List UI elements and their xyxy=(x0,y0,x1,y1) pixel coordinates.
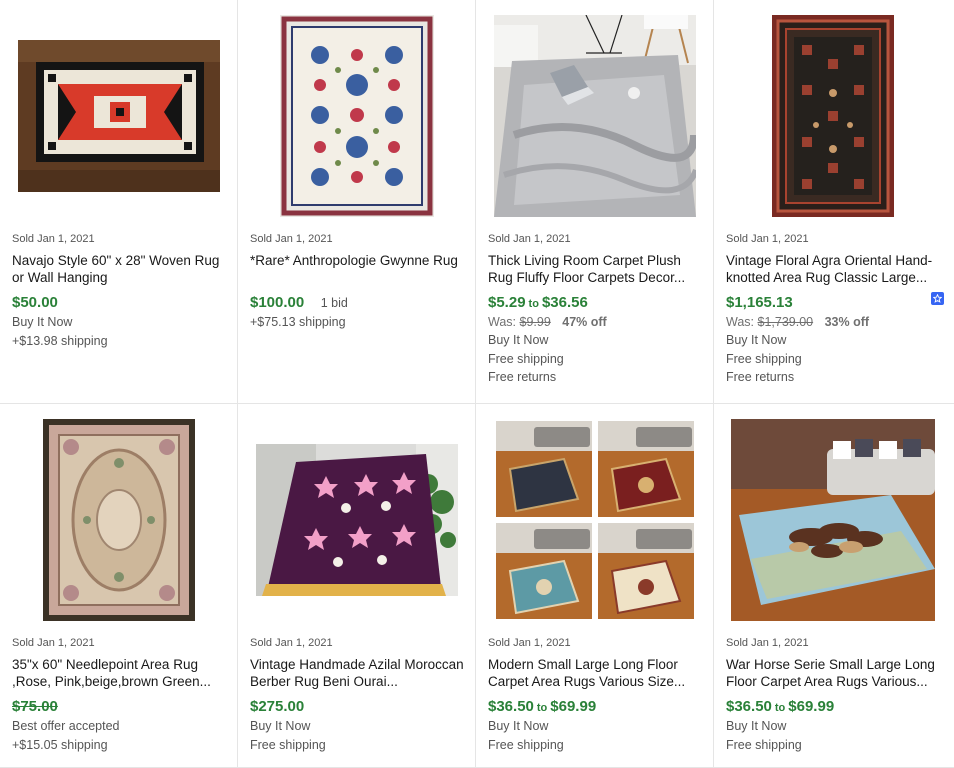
price-to: $69.99 xyxy=(550,698,597,715)
price-from: $36.50 xyxy=(488,698,534,715)
price-range-separator: to xyxy=(774,702,786,714)
sold-date: Sold Jan 1, 2021 xyxy=(488,637,571,649)
listing-info: Sold Jan 1, 2021 Vintage Handmade Azilal… xyxy=(250,636,465,754)
discount: 47% off xyxy=(562,315,607,329)
shipping-cost: Free shipping xyxy=(488,737,564,752)
listing-card[interactable]: Sold Jan 1, 2021 *Rare* Anthropologie Gw… xyxy=(238,0,476,404)
listing-image[interactable] xyxy=(248,414,466,626)
price-from: $36.50 xyxy=(726,698,772,715)
listing-card[interactable]: Sold Jan 1, 2021 Navajo Style 60" x 28" … xyxy=(0,0,238,404)
listing-card[interactable]: Sold Jan 1, 2021 Thick Living Room Carpe… xyxy=(476,0,714,404)
price-from: $5.29 xyxy=(488,294,526,311)
price-range-separator: to xyxy=(528,298,539,310)
four-room-rugs-image xyxy=(494,419,696,621)
listing-image[interactable] xyxy=(248,10,466,222)
top-rated-seller-icon[interactable] xyxy=(931,292,944,305)
listing-title[interactable]: Modern Small Large Long Floor Carpet Are… xyxy=(488,656,703,690)
listing-price: $1,165.13 xyxy=(726,294,793,311)
price-to: $69.99 xyxy=(788,698,835,715)
listing-title[interactable]: Vintage Handmade Azilal Moroccan Berber … xyxy=(250,656,465,690)
listing-title[interactable]: Navajo Style 60" x 28" Woven Rug or Wall… xyxy=(12,252,227,286)
listing-image[interactable] xyxy=(724,10,942,222)
sold-date: Sold Jan 1, 2021 xyxy=(726,637,809,649)
listing-card[interactable]: Sold Jan 1, 2021 Vintage Floral Agra Ori… xyxy=(714,0,954,404)
listing-info: Sold Jan 1, 2021 War Horse Serie Small L… xyxy=(726,636,944,754)
shipping-cost: Free shipping xyxy=(726,737,802,752)
bid-count: 1 bid xyxy=(320,296,348,310)
price-line: $75.00 xyxy=(12,697,227,717)
listing-card[interactable]: Sold Jan 1, 2021 Modern Small Large Long… xyxy=(476,404,714,768)
price-to: $36.56 xyxy=(541,294,588,311)
was-price-line: Was: $9.99 47% off xyxy=(488,313,703,331)
shipping-cost: Free shipping xyxy=(250,737,326,752)
anthropologie-rug-image xyxy=(280,15,434,217)
listing-price: $50.00 xyxy=(12,294,58,311)
shipping-cost: +$75.13 shipping xyxy=(250,315,346,329)
listing-info: Sold Jan 1, 2021 Vintage Floral Agra Ori… xyxy=(726,232,944,387)
listing-info: Sold Jan 1, 2021 Modern Small Large Long… xyxy=(488,636,703,754)
sold-date: Sold Jan 1, 2021 xyxy=(12,637,95,649)
price-line: $275.00 xyxy=(250,697,465,717)
results-grid: Sold Jan 1, 2021 Navajo Style 60" x 28" … xyxy=(0,0,954,768)
price-line: $36.50 to $69.99 xyxy=(726,697,944,717)
war-horse-rug-image xyxy=(731,419,935,621)
was-price: $9.99 xyxy=(519,315,551,329)
listing-image[interactable] xyxy=(10,414,228,626)
listing-price: $100.00 xyxy=(250,294,305,311)
listing-image[interactable] xyxy=(724,414,942,626)
shipping-cost: Free shipping xyxy=(488,351,564,366)
was-label: Was: xyxy=(726,315,755,329)
listing-card[interactable]: Sold Jan 1, 2021 War Horse Serie Small L… xyxy=(714,404,954,768)
shipping-cost: +$13.98 shipping xyxy=(12,333,108,348)
star-icon xyxy=(933,294,942,303)
listing-image[interactable] xyxy=(10,10,228,222)
price-range-separator: to xyxy=(536,702,548,714)
was-price-line: Was: $1,739.00 33% off xyxy=(726,313,944,331)
listing-image[interactable] xyxy=(486,414,704,626)
shipping-cost: Free shipping xyxy=(726,351,802,366)
price-line: $5.29 to $36.56 xyxy=(488,293,703,313)
listing-info: Sold Jan 1, 2021 Thick Living Room Carpe… xyxy=(488,232,703,387)
discount: 33% off xyxy=(824,315,870,329)
price-line: $100.00 1 bid xyxy=(250,293,465,313)
purchase-format: Buy It Now xyxy=(12,315,73,329)
sold-date: Sold Jan 1, 2021 xyxy=(726,233,809,245)
shipping-cost: +$15.05 shipping xyxy=(12,737,108,752)
listing-info: Sold Jan 1, 2021 *Rare* Anthropologie Gw… xyxy=(250,232,465,332)
listing-title[interactable]: War Horse Serie Small Large Long Floor C… xyxy=(726,656,944,690)
price-line: $36.50 to $69.99 xyxy=(488,697,703,717)
listing-price: $275.00 xyxy=(250,698,305,715)
sold-date: Sold Jan 1, 2021 xyxy=(12,233,95,245)
listing-info: Sold Jan 1, 2021 Navajo Style 60" x 28" … xyxy=(12,232,227,350)
navajo-rug-image xyxy=(18,40,220,192)
sold-date: Sold Jan 1, 2021 xyxy=(488,233,571,245)
offer-status: Best offer accepted xyxy=(12,719,120,733)
agra-oriental-rug-image xyxy=(772,15,894,217)
returns-policy: Free returns xyxy=(488,370,557,384)
purchase-format: Buy It Now xyxy=(726,719,787,733)
purchase-format: Buy It Now xyxy=(726,333,787,347)
price-line: $1,165.13 xyxy=(726,293,944,313)
listing-card[interactable]: Sold Jan 1, 2021 Vintage Handmade Azilal… xyxy=(238,404,476,768)
was-label: Was: xyxy=(488,315,517,329)
purchase-format: Buy It Now xyxy=(488,719,549,733)
purchase-format: Buy It Now xyxy=(250,719,311,733)
listing-price: $75.00 xyxy=(12,698,58,715)
needlepoint-rug-image xyxy=(43,419,195,621)
returns-policy: Free returns xyxy=(726,370,795,384)
listing-image[interactable] xyxy=(486,10,704,222)
sold-date: Sold Jan 1, 2021 xyxy=(250,233,333,245)
purchase-format: Buy It Now xyxy=(488,333,549,347)
sold-date: Sold Jan 1, 2021 xyxy=(250,637,333,649)
listing-title[interactable]: 35"x 60" Needlepoint Area Rug ,Rose, Pin… xyxy=(12,656,227,690)
listing-card[interactable]: Sold Jan 1, 2021 35"x 60" Needlepoint Ar… xyxy=(0,404,238,768)
listing-title[interactable]: Thick Living Room Carpet Plush Rug Fluff… xyxy=(488,252,703,286)
fluffy-gray-rug-image xyxy=(494,15,696,217)
was-price: $1,739.00 xyxy=(757,315,814,329)
azilal-rug-image xyxy=(256,444,458,596)
listing-info: Sold Jan 1, 2021 35"x 60" Needlepoint Ar… xyxy=(12,636,227,754)
listing-title[interactable]: Vintage Floral Agra Oriental Hand-knotte… xyxy=(726,252,944,286)
listing-title[interactable]: *Rare* Anthropologie Gwynne Rug xyxy=(250,252,465,286)
price-line: $50.00 xyxy=(12,293,227,313)
